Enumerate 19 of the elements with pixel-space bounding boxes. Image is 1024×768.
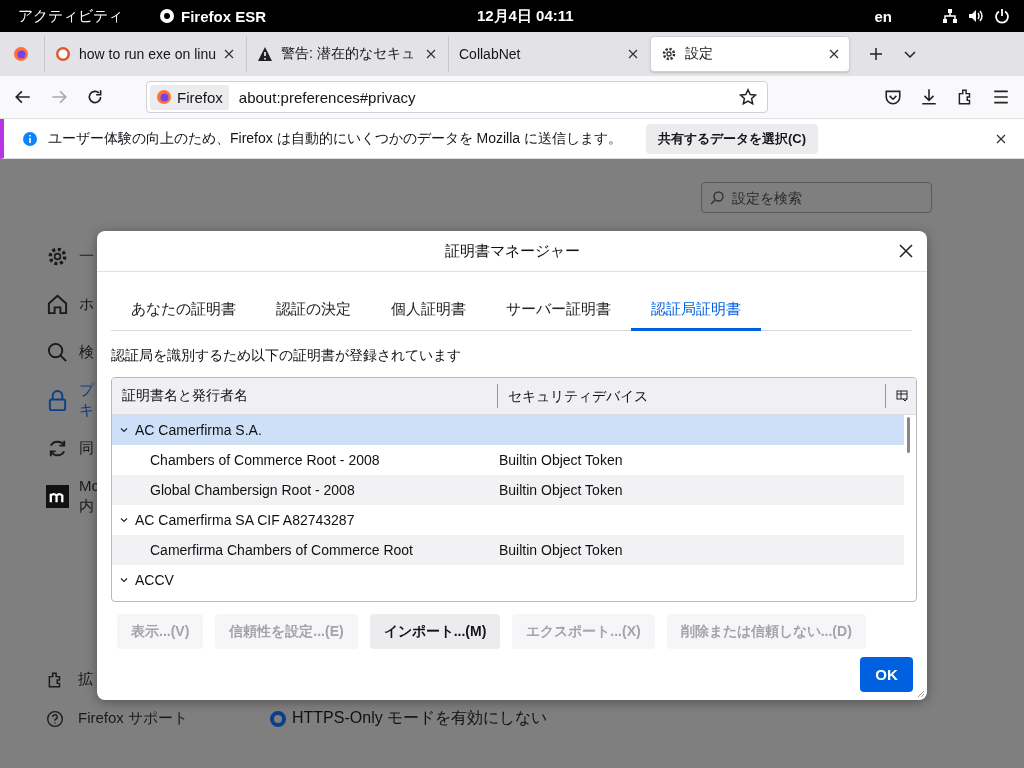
certificate-name: Camerfirma Chambers of Commerce Root bbox=[149, 542, 414, 558]
issuer-name: ACCV bbox=[135, 572, 174, 588]
certificate-name: Global Chambersign Root - 2008 bbox=[149, 482, 356, 498]
security-device: Builtin Object Token bbox=[499, 542, 624, 558]
issuer-name: AC Camerfirma SA CIF A82743287 bbox=[135, 512, 355, 528]
notification-message: ユーザー体験の向上のため、Firefox は自動的にいくつかのデータを Mozilla に送信します。 bbox=[48, 129, 623, 148]
issuer-name: AC Camerfirma S.A. bbox=[135, 422, 262, 438]
security-device: Builtin Object Token bbox=[499, 452, 624, 468]
radio-label: HTTPS-Only モードを有効にしない bbox=[292, 708, 548, 728]
security-device: Builtin Object Token bbox=[499, 482, 624, 498]
url-text: about:preferences#privacy bbox=[238, 88, 417, 106]
certificate-name: Chambers of Commerce Root - 2008 bbox=[149, 452, 381, 468]
dialog-title: 証明書マネージャー bbox=[444, 241, 580, 261]
sidebar-label: 同 bbox=[79, 438, 94, 458]
sidebar-label: プ キ bbox=[79, 380, 94, 420]
sidebar-label: 検 bbox=[79, 342, 94, 362]
sidebar-label: ホ bbox=[79, 294, 94, 314]
sidebar-label: 一 bbox=[79, 246, 94, 266]
description-text: 認証局を識別するため以下の証明書が登録されています bbox=[111, 347, 462, 365]
